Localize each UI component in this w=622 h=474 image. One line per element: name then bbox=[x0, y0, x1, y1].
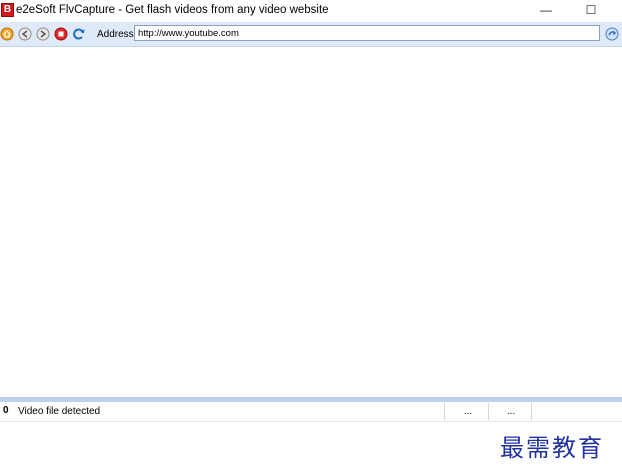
status-separator bbox=[444, 403, 445, 420]
maximize-button[interactable]: ☐ bbox=[572, 0, 610, 22]
status-text: Video file detected bbox=[18, 406, 101, 417]
title-bar: B e2eSoft FlvCapture - Get flash videos … bbox=[0, 0, 622, 22]
window-title: e2eSoft FlvCapture - Get flash videos fr… bbox=[16, 4, 329, 16]
home-icon[interactable] bbox=[0, 27, 14, 41]
stop-icon[interactable] bbox=[54, 27, 68, 41]
toolbar: Address: bbox=[0, 22, 622, 47]
back-icon[interactable] bbox=[18, 27, 32, 41]
status-panel-1: ... bbox=[463, 406, 473, 417]
minimize-button[interactable]: — bbox=[527, 0, 565, 22]
watermark-text: 最需教育 bbox=[500, 434, 604, 462]
address-label: Address: bbox=[97, 29, 137, 40]
app-icon: B bbox=[1, 3, 14, 17]
forward-icon[interactable] bbox=[36, 27, 50, 41]
go-icon[interactable] bbox=[605, 27, 619, 41]
status-separator bbox=[531, 403, 532, 420]
browser-content-area[interactable] bbox=[0, 47, 622, 397]
address-input[interactable] bbox=[134, 25, 600, 41]
status-icon: 0 bbox=[3, 405, 9, 416]
status-panel-2: ... bbox=[506, 406, 516, 417]
status-bar: 0 Video file detected ... ... bbox=[0, 402, 622, 422]
refresh-icon[interactable] bbox=[72, 27, 86, 41]
